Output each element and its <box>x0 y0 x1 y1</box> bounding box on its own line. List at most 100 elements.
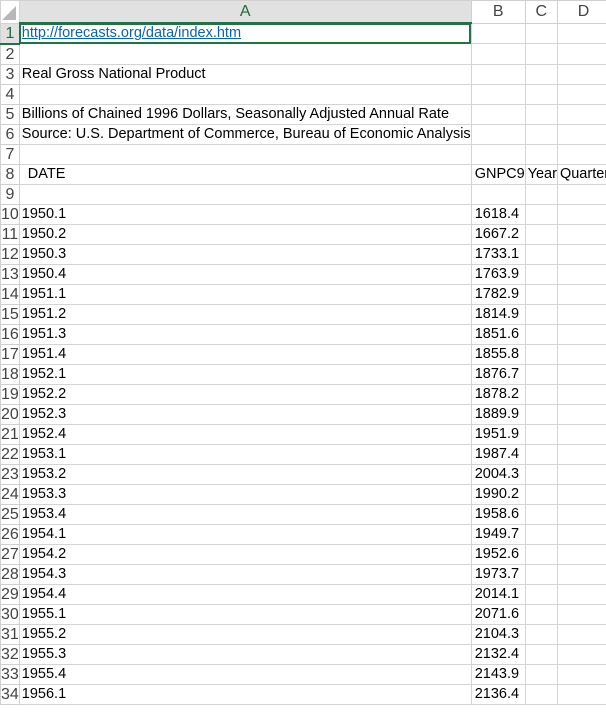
cell-c30[interactable] <box>524 603 558 625</box>
cell-d21[interactable] <box>556 423 606 445</box>
cell-b10[interactable]: 1618.4 <box>470 203 526 225</box>
cell-c15[interactable] <box>524 303 558 325</box>
row-header-28[interactable]: 28 <box>0 563 20 585</box>
row-header-14[interactable]: 14 <box>0 283 20 305</box>
cell-a23[interactable]: 1953.2 <box>18 463 472 485</box>
cell-a10[interactable]: 1950.1 <box>18 203 472 225</box>
cell-d8[interactable]: Quarter <box>556 163 606 185</box>
cell-d9[interactable] <box>556 183 606 205</box>
cell-a9[interactable] <box>18 183 472 205</box>
cell-b3[interactable] <box>470 63 526 85</box>
cell-d26[interactable] <box>556 523 606 545</box>
cell-d34[interactable] <box>556 683 606 705</box>
cell-c18[interactable] <box>524 363 558 385</box>
column-header-b[interactable]: B <box>470 0 526 24</box>
cell-d7[interactable] <box>556 143 606 165</box>
cell-c26[interactable] <box>524 523 558 545</box>
cell-c11[interactable] <box>524 223 558 245</box>
row-header-19[interactable]: 19 <box>0 383 20 405</box>
row-header-33[interactable]: 33 <box>0 663 20 685</box>
row-header-5[interactable]: 5 <box>0 103 20 125</box>
cell-a12[interactable]: 1950.3 <box>18 243 472 265</box>
cell-a19[interactable]: 1952.2 <box>18 383 472 405</box>
row-header-10[interactable]: 10 <box>0 203 20 225</box>
cell-d32[interactable] <box>556 643 606 665</box>
cell-c21[interactable] <box>524 423 558 445</box>
cell-d17[interactable] <box>556 343 606 365</box>
cell-c4[interactable] <box>524 83 558 105</box>
cell-b13[interactable]: 1763.9 <box>470 263 526 285</box>
row-header-26[interactable]: 26 <box>0 523 20 545</box>
cell-d14[interactable] <box>556 283 606 305</box>
cell-a31[interactable]: 1955.2 <box>18 623 472 645</box>
row-header-2[interactable]: 2 <box>0 43 20 65</box>
cell-b22[interactable]: 1987.4 <box>470 443 526 465</box>
cell-c13[interactable] <box>524 263 558 285</box>
cell-a30[interactable]: 1955.1 <box>18 603 472 625</box>
cell-b34[interactable]: 2136.4 <box>470 683 526 705</box>
cell-a20[interactable]: 1952.3 <box>18 403 472 425</box>
cell-b7[interactable] <box>470 143 526 165</box>
cell-a18[interactable]: 1952.1 <box>18 363 472 385</box>
row-header-4[interactable]: 4 <box>0 83 20 105</box>
cell-d20[interactable] <box>556 403 606 425</box>
row-header-17[interactable]: 17 <box>0 343 20 365</box>
cell-b8[interactable]: GNPC9 <box>470 163 526 185</box>
row-header-21[interactable]: 21 <box>0 423 20 445</box>
cell-d16[interactable] <box>556 323 606 345</box>
cell-c24[interactable] <box>524 483 558 505</box>
cell-b15[interactable]: 1814.9 <box>470 303 526 325</box>
cell-d2[interactable] <box>556 43 606 65</box>
cell-b9[interactable] <box>470 183 526 205</box>
row-header-7[interactable]: 7 <box>0 143 20 165</box>
row-header-22[interactable]: 22 <box>0 443 20 465</box>
cell-c31[interactable] <box>524 623 558 645</box>
cell-b30[interactable]: 2071.6 <box>470 603 526 625</box>
row-header-1[interactable]: 1 <box>0 22 20 45</box>
cell-c17[interactable] <box>524 343 558 365</box>
cell-c33[interactable] <box>524 663 558 685</box>
cell-c3[interactable] <box>524 63 558 85</box>
cell-c27[interactable] <box>524 543 558 565</box>
cell-c20[interactable] <box>524 403 558 425</box>
cell-d6[interactable] <box>556 123 606 145</box>
cell-b5[interactable] <box>470 103 526 125</box>
cell-a27[interactable]: 1954.2 <box>18 543 472 565</box>
cell-c8[interactable]: Year <box>524 163 558 185</box>
cell-b32[interactable]: 2132.4 <box>470 643 526 665</box>
cell-a16[interactable]: 1951.3 <box>18 323 472 345</box>
spreadsheet-grid[interactable]: ABCDEF 1http://forecasts.org/data/index.… <box>0 0 606 724</box>
cell-b17[interactable]: 1855.8 <box>470 343 526 365</box>
cell-d19[interactable] <box>556 383 606 405</box>
row-header-31[interactable]: 31 <box>0 623 20 645</box>
cell-a33[interactable]: 1955.4 <box>18 663 472 685</box>
row-header-18[interactable]: 18 <box>0 363 20 385</box>
cell-c32[interactable] <box>524 643 558 665</box>
cell-c9[interactable] <box>524 183 558 205</box>
cell-b2[interactable] <box>470 43 526 65</box>
cell-b33[interactable]: 2143.9 <box>470 663 526 685</box>
cell-b27[interactable]: 1952.6 <box>470 543 526 565</box>
row-header-6[interactable]: 6 <box>0 123 20 145</box>
cell-b18[interactable]: 1876.7 <box>470 363 526 385</box>
cell-c2[interactable] <box>524 43 558 65</box>
row-header-24[interactable]: 24 <box>0 483 20 505</box>
cell-b4[interactable] <box>470 83 526 105</box>
cell-d25[interactable] <box>556 503 606 525</box>
cell-d31[interactable] <box>556 623 606 645</box>
cell-d1[interactable] <box>556 22 606 44</box>
cell-b23[interactable]: 2004.3 <box>470 463 526 485</box>
cell-a13[interactable]: 1950.4 <box>18 263 472 285</box>
cell-a14[interactable]: 1951.1 <box>18 283 472 305</box>
row-header-13[interactable]: 13 <box>0 263 20 285</box>
cell-d10[interactable] <box>556 203 606 225</box>
cell-c1[interactable] <box>524 22 558 44</box>
row-header-16[interactable]: 16 <box>0 323 20 345</box>
cell-b12[interactable]: 1733.1 <box>470 243 526 265</box>
cell-b26[interactable]: 1949.7 <box>470 523 526 545</box>
worksheet-table[interactable]: ABCDEF 1http://forecasts.org/data/index.… <box>0 0 606 705</box>
cell-b16[interactable]: 1851.6 <box>470 323 526 345</box>
cell-b14[interactable]: 1782.9 <box>470 283 526 305</box>
row-header-3[interactable]: 3 <box>0 63 20 85</box>
cell-d24[interactable] <box>556 483 606 505</box>
